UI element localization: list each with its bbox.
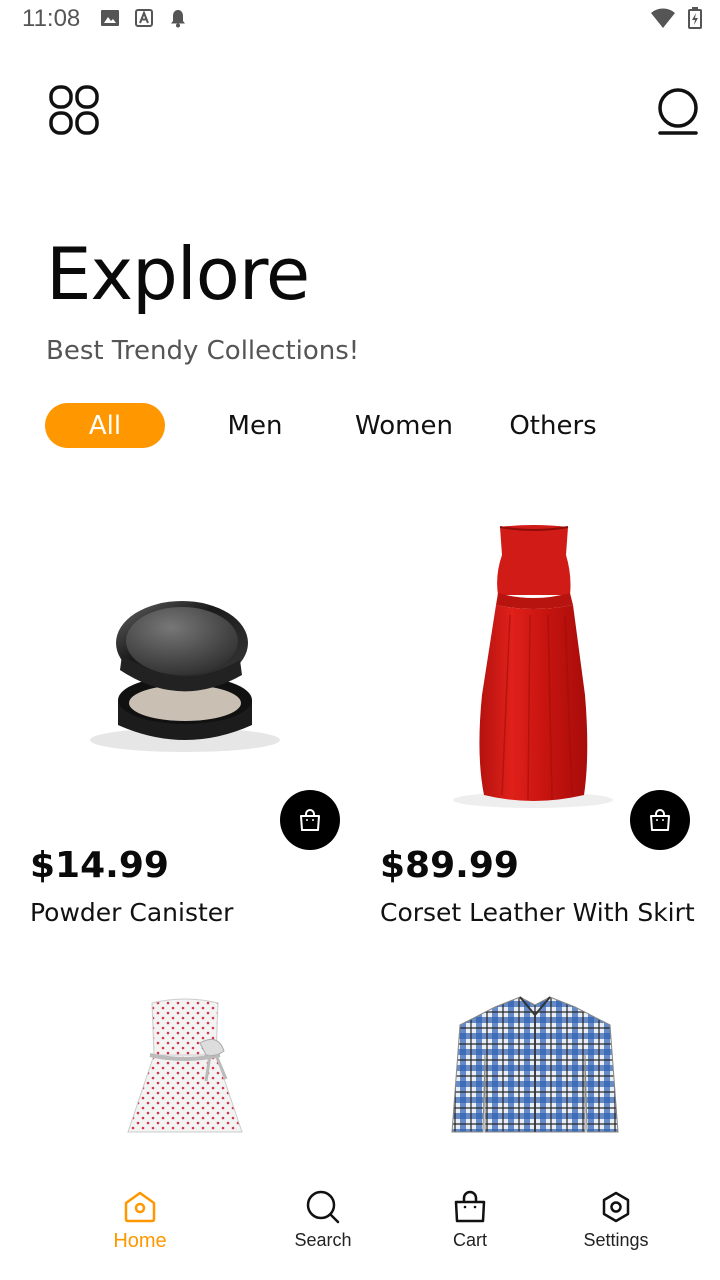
battery-icon — [688, 7, 702, 29]
product-image-plaid-shirt — [380, 985, 680, 1135]
product-price: $14.99 — [30, 845, 169, 886]
product-card[interactable] — [30, 985, 360, 1135]
add-to-cart-button[interactable] — [630, 790, 690, 850]
product-name: Powder Canister — [30, 898, 234, 927]
status-icons-right — [650, 7, 702, 29]
status-bar: 11:08 — [0, 0, 720, 38]
nav-home[interactable]: Home — [80, 1188, 200, 1258]
page-subtitle: Best Trendy Collections! — [46, 336, 360, 366]
menu-grid-button[interactable] — [48, 84, 104, 140]
product-card[interactable]: $89.99 Corset Leather With Skirt — [380, 515, 710, 927]
product-card[interactable]: $14.99 Powder Canister — [30, 515, 360, 927]
nav-search[interactable]: Search — [263, 1188, 383, 1258]
product-image-polka-dress — [30, 985, 330, 1135]
tab-men[interactable]: Men — [165, 403, 345, 448]
profile-icon — [658, 88, 698, 135]
bottom-navigation: Home Search Cart Settings — [0, 1160, 720, 1280]
category-tabs: All Men Women Others — [45, 403, 643, 448]
product-price: $89.99 — [380, 845, 519, 886]
bag-icon — [300, 809, 320, 831]
product-card[interactable] — [380, 985, 710, 1135]
profile-button[interactable] — [654, 86, 702, 138]
nav-settings[interactable]: Settings — [556, 1188, 676, 1258]
product-image-powder-canister — [30, 515, 330, 820]
tab-women[interactable]: Women — [345, 403, 463, 448]
tab-all[interactable]: All — [45, 403, 165, 448]
nav-home-label: Home — [113, 1230, 167, 1252]
bag-icon — [650, 809, 670, 831]
gear-icon — [602, 1191, 630, 1223]
wifi-icon — [651, 8, 675, 28]
bell-icon — [171, 10, 185, 28]
tab-others[interactable]: Others — [463, 403, 643, 448]
bag-icon — [454, 1190, 486, 1223]
status-time: 11:08 — [22, 5, 81, 32]
nav-cart-label: Cart — [452, 1230, 487, 1250]
add-to-cart-button[interactable] — [280, 790, 340, 850]
nav-settings-label: Settings — [583, 1230, 649, 1250]
home-icon — [124, 1191, 156, 1223]
product-image-red-dress — [380, 515, 680, 820]
status-icons-left — [100, 8, 188, 28]
image-icon — [101, 10, 119, 26]
product-name: Corset Leather With Skirt — [380, 898, 695, 927]
search-icon — [306, 1190, 340, 1224]
a-icon — [135, 9, 153, 27]
grid-icon — [49, 85, 99, 135]
page-title: Explore — [46, 232, 310, 316]
nav-search-label: Search — [294, 1230, 352, 1250]
nav-cart[interactable]: Cart — [410, 1188, 530, 1258]
